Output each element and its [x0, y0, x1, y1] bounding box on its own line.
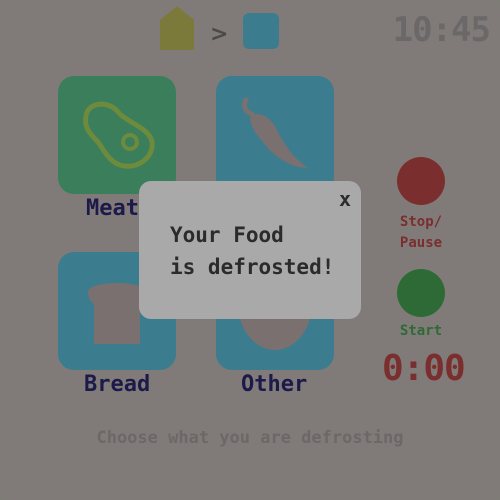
other-label: Other — [241, 372, 308, 397]
breadcrumb-separator: > — [210, 22, 229, 47]
clock: 10:45 — [392, 10, 491, 50]
stop-pause-label: Stop/ Pause — [399, 214, 443, 251]
meat-tile[interactable] — [58, 76, 176, 194]
pepper-icon — [241, 97, 308, 168]
instructions-text: Choose what you are defrosting — [96, 428, 404, 448]
start-label: Start — [399, 323, 443, 339]
steak-icon — [83, 101, 155, 169]
dialog-message: Your Food is defrosted! — [170, 223, 335, 279]
stop-pause-button[interactable] — [397, 157, 445, 205]
bread-label: Bread — [84, 372, 151, 397]
breadcrumb-current[interactable] — [243, 13, 279, 49]
close-button[interactable]: x — [339, 187, 351, 211]
home-icon[interactable] — [160, 6, 194, 50]
timer-display: 0:00 — [382, 348, 466, 389]
meat-label: Meat — [86, 196, 139, 221]
app-screen: > 10:45 Meat Bread Other Stop/ Pause Sta… — [0, 0, 500, 500]
vegetable-tile[interactable] — [216, 76, 334, 194]
defrosted-dialog: x Your Food is defrosted! — [139, 181, 361, 319]
start-button[interactable] — [397, 269, 445, 317]
